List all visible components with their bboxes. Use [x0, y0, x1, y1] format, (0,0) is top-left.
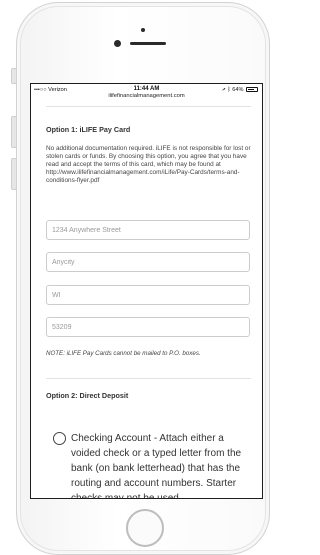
city-input[interactable] [46, 252, 250, 272]
option1-heading: Option 1: iLIFE Pay Card [46, 125, 131, 134]
device-mockup: •••○○ Verizon 11:44 AM ➚ ᛒ 64% ilifefina… [0, 0, 275, 555]
top-divider [46, 106, 251, 107]
street-input[interactable] [46, 220, 250, 240]
battery-icon [246, 87, 258, 92]
checking-account-radio[interactable] [53, 432, 66, 445]
proximity-sensor [141, 28, 145, 32]
option2-heading: Option 2: Direct Deposit [46, 391, 129, 400]
state-input[interactable] [46, 285, 250, 305]
front-camera [114, 40, 121, 47]
address-bar[interactable]: ilifefinancialmanagement.com [31, 93, 262, 99]
phone-screen: •••○○ Verizon 11:44 AM ➚ ᛒ 64% ilifefina… [30, 83, 263, 499]
web-content: Option 1: iLIFE Pay Card No additional d… [31, 104, 262, 498]
po-box-note: NOTE: iLIFE Pay Cards cannot be mailed t… [46, 350, 201, 357]
option1-description: No additional documentation required. iL… [46, 145, 251, 184]
home-button[interactable] [126, 509, 164, 547]
earpiece-speaker [130, 42, 166, 45]
section-divider [46, 378, 251, 379]
checking-account-label: Checking Account - Attach either a voide… [71, 433, 242, 499]
zip-input[interactable] [46, 317, 250, 337]
